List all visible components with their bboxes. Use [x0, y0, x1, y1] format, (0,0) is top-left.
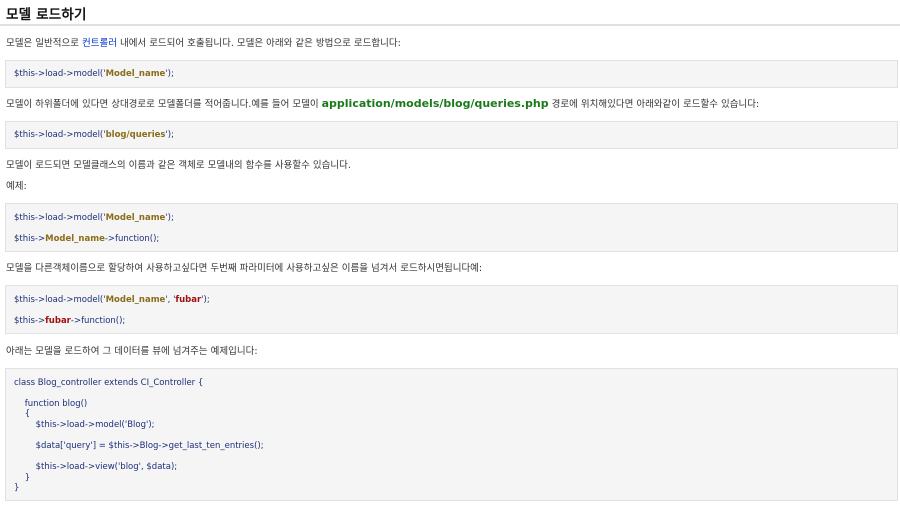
controller-link[interactable]: 컨트롤러: [82, 38, 117, 49]
subfolder-text-after: 경로에 위치해있다면 아래와같이 로드할수 있습니다:: [548, 99, 760, 110]
code-line: $this->load->model('Model_name', 'fubar'…: [14, 295, 210, 305]
intro-text-after: 내에서 로드되어 호출됩니다. 모델은 아래와 같은 방법으로 로드합니다:: [116, 38, 401, 49]
page-title: 모델 로드하기: [6, 7, 87, 23]
code-line: $this->load->model('Blog');: [14, 420, 155, 430]
code-line: $this->load->model('blog/queries');: [14, 130, 174, 140]
subfolder-text-before: 모델이 하위폴더에 있다면 상대경로로 모델폴더를 적어줍니다.예를 들어 모델…: [6, 99, 322, 110]
controller-example-paragraph: 아래는 모델을 로드하여 그 데이터를 뷰에 넘겨주는 예제입니다:: [6, 346, 258, 357]
code-line: $data['query'] = $this->Blog->get_last_t…: [14, 441, 264, 451]
code-block-controller: class Blog_controller extends CI_Control…: [5, 368, 898, 501]
code-line: $this->load->view('blog', $data);: [14, 462, 178, 472]
alias-paragraph: 모델을 다른객체이름으로 할당하여 사용하고싶다면 두번째 파라미터에 사용하고…: [6, 263, 483, 274]
code-line: $this->load->model('Model_name');: [14, 213, 174, 223]
code-line: $this->Model_name->function();: [14, 234, 160, 244]
example-label: 예제:: [6, 181, 27, 192]
code-line: {: [14, 409, 31, 419]
subfolder-paragraph: 모델이 하위폴더에 있다면 상대경로로 모델폴더를 적어줍니다.예를 들어 모델…: [6, 98, 759, 111]
code-line: class Blog_controller extends CI_Control…: [14, 378, 204, 388]
code-block-subfolder: $this->load->model('blog/queries');: [5, 121, 898, 149]
code-line: $this->load->model('Model_name');: [14, 69, 174, 79]
intro-text-before: 모델은 일반적으로: [6, 38, 82, 49]
model-path: application/models/blog/queries.php: [321, 97, 549, 110]
code-block-alias: $this->load->model('Model_name', 'fubar'…: [5, 285, 898, 334]
title-divider: [0, 24, 900, 26]
code-block-usage: $this->load->model('Model_name'); $this-…: [5, 203, 898, 252]
code-line: $this->fubar->function();: [14, 316, 126, 326]
intro-paragraph: 모델은 일반적으로 컨트롤러 내에서 로드되어 호출됩니다. 모델은 아래와 같…: [6, 38, 401, 50]
code-block-load-model: $this->load->model('Model_name');: [5, 60, 898, 88]
code-line: }: [14, 483, 20, 493]
document-page: 모델 로드하기 모델은 일반적으로 컨트롤러 내에서 로드되어 호출됩니다. 모…: [0, 0, 900, 512]
object-paragraph: 모델이 로드되면 모델클래스의 이름과 같은 객체로 모델내의 함수를 사용할수…: [6, 160, 351, 171]
